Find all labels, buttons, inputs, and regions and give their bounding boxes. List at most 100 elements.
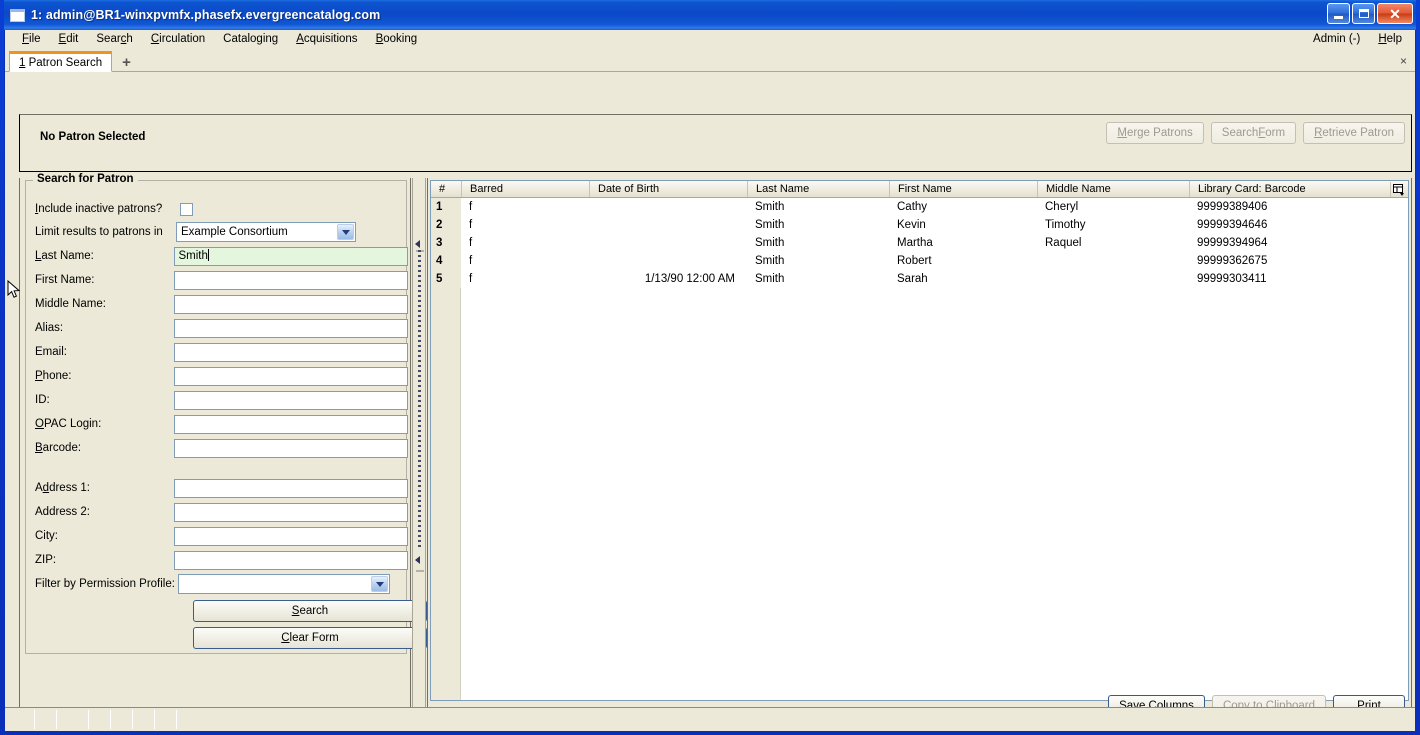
cell-middle: Timothy bbox=[1045, 219, 1086, 231]
field-row-include-inactive: Include inactive patrons? bbox=[26, 199, 408, 219]
column-header-first-name[interactable]: First Name bbox=[889, 181, 1037, 197]
maximize-button[interactable] bbox=[1352, 3, 1375, 24]
retrieve-patron-button[interactable]: Retrieve Patron bbox=[1303, 122, 1405, 144]
tab-patron-search[interactable]: 1 Patron Search bbox=[9, 51, 113, 72]
cell-first: Sarah bbox=[897, 273, 928, 285]
opac-login-input[interactable] bbox=[174, 414, 408, 434]
status-segment bbox=[111, 710, 133, 729]
status-segment bbox=[133, 710, 155, 729]
label-last-name: Last Name: bbox=[35, 250, 94, 262]
merge-patrons-button[interactable]: Merge Patrons bbox=[1106, 122, 1204, 144]
table-row[interactable]: 3 f Smith Martha Raquel 99999394964 bbox=[431, 234, 1408, 252]
cell-barred: f bbox=[469, 219, 473, 231]
patron-actions: Merge Patrons Search Form Retrieve Patro… bbox=[1106, 122, 1405, 144]
menu-edit[interactable]: Edit bbox=[50, 31, 88, 48]
barcode-input[interactable] bbox=[174, 438, 408, 458]
status-bar bbox=[5, 707, 1415, 731]
menu-acquisitions[interactable]: Acquisitions bbox=[287, 31, 366, 48]
limit-results-select[interactable]: Example Consortium bbox=[176, 222, 356, 242]
status-segment bbox=[155, 710, 177, 729]
status-segment bbox=[57, 710, 89, 729]
clear-form-button[interactable]: Clear Form bbox=[193, 627, 427, 649]
close-tab-button[interactable]: × bbox=[1400, 54, 1407, 68]
menu-bar: File Edit Search Circulation Cataloging … bbox=[5, 30, 1415, 50]
close-button[interactable]: ✕ bbox=[1377, 3, 1413, 24]
menu-booking[interactable]: Booking bbox=[367, 31, 427, 48]
search-form-button[interactable]: Search Form bbox=[1210, 122, 1297, 144]
column-header-barred[interactable]: Barred bbox=[461, 181, 589, 197]
id-input[interactable] bbox=[174, 390, 408, 410]
label-email: Email: bbox=[35, 346, 67, 358]
limit-results-value: Example Consortium bbox=[181, 226, 288, 238]
limit-results-select-wrap: Example Consortium bbox=[176, 222, 356, 242]
search-panel: Search for Patron Include inactive patro… bbox=[19, 173, 427, 724]
column-header-last-name[interactable]: Last Name bbox=[747, 181, 889, 197]
last-name-input[interactable]: Smith bbox=[174, 246, 408, 266]
zip-input[interactable] bbox=[174, 550, 408, 570]
cell-barcode: 99999362675 bbox=[1197, 255, 1268, 267]
search-button[interactable]: Search bbox=[193, 600, 427, 622]
panel-splitter[interactable] bbox=[412, 178, 426, 724]
tab-strip: 1 Patron Search + × bbox=[5, 50, 1415, 72]
column-header-date-of-birth[interactable]: Date of Birth bbox=[589, 181, 747, 197]
cell-barcode: 99999303411 bbox=[1197, 273, 1267, 285]
menu-help[interactable]: Help bbox=[1369, 31, 1411, 48]
field-row-zip: ZIP: bbox=[26, 550, 408, 570]
address-2-input[interactable] bbox=[174, 502, 408, 522]
table-row[interactable]: 1 f Smith Cathy Cheryl 99999389406 bbox=[431, 198, 1408, 216]
menu-search[interactable]: Search bbox=[87, 31, 141, 48]
menu-cataloging[interactable]: Cataloging bbox=[214, 31, 287, 48]
label-permission-profile: Filter by Permission Profile: bbox=[35, 578, 175, 590]
include-inactive-checkbox[interactable] bbox=[176, 202, 193, 216]
table-row[interactable]: 4 f Smith Robert 99999362675 bbox=[431, 252, 1408, 270]
column-header-library-card-barcode[interactable]: Library Card: Barcode bbox=[1189, 181, 1394, 197]
address-1-input[interactable] bbox=[174, 478, 408, 498]
cell-first: Kevin bbox=[897, 219, 926, 231]
alias-input[interactable] bbox=[174, 318, 408, 338]
window-title: 1: admin@BR1-winxpvmfx.phasefx.evergreen… bbox=[31, 8, 381, 22]
results-panel: # Barred Date of Birth Last Name First N… bbox=[427, 178, 1412, 724]
cell-dob bbox=[589, 234, 747, 252]
field-row-limit-results: Limit results to patrons in Example Cons… bbox=[26, 222, 408, 242]
minimize-button[interactable] bbox=[1327, 3, 1350, 24]
table-row[interactable]: 5 f 1/13/90 12:00 AM Smith Sarah 99999303411 bbox=[431, 270, 1408, 288]
menu-circulation[interactable]: Circulation bbox=[142, 31, 214, 48]
field-row-id: ID: bbox=[26, 390, 408, 410]
field-row-phone: Phone: bbox=[26, 366, 408, 386]
column-header-number[interactable]: # bbox=[431, 181, 461, 197]
cell-num: 2 bbox=[431, 216, 461, 234]
new-tab-button[interactable]: + bbox=[118, 55, 135, 70]
patron-summary-bar: No Patron Selected Merge Patrons Search … bbox=[19, 114, 1412, 172]
field-row-city: City: bbox=[26, 526, 408, 546]
city-input[interactable] bbox=[174, 526, 408, 546]
cell-last: Smith bbox=[755, 273, 785, 285]
last-name-value: Smith bbox=[178, 249, 208, 262]
menu-admin[interactable]: Admin (-) bbox=[1304, 31, 1369, 48]
menu-bar-right: Admin (-) Help bbox=[1304, 31, 1411, 48]
email-input[interactable] bbox=[174, 342, 408, 362]
cell-first: Robert bbox=[897, 255, 932, 267]
cell-middle bbox=[1037, 270, 1189, 288]
field-row-address-1: Address 1: bbox=[26, 478, 408, 498]
column-header-middle-name[interactable]: Middle Name bbox=[1037, 181, 1189, 197]
mouse-cursor bbox=[7, 279, 21, 303]
field-row-middle-name: Middle Name: bbox=[26, 294, 408, 314]
cell-barred: f bbox=[469, 201, 473, 213]
menu-file[interactable]: File bbox=[13, 31, 50, 48]
status-segment bbox=[89, 710, 111, 729]
phone-input[interactable] bbox=[174, 366, 408, 386]
splitter-collapse-up-icon[interactable] bbox=[415, 240, 424, 249]
middle-name-input[interactable] bbox=[174, 294, 408, 314]
first-name-input[interactable] bbox=[174, 270, 408, 290]
label-alias: Alias: bbox=[35, 322, 64, 334]
permission-profile-select[interactable] bbox=[178, 574, 390, 594]
column-picker-icon[interactable] bbox=[1390, 182, 1406, 197]
status-segment bbox=[35, 710, 57, 729]
cell-num: 1 bbox=[431, 198, 461, 216]
splitter-collapse-down-icon[interactable] bbox=[415, 556, 424, 565]
table-row[interactable]: 2 f Smith Kevin Timothy 99999394646 bbox=[431, 216, 1408, 234]
client-area: File Edit Search Circulation Cataloging … bbox=[4, 30, 1416, 731]
minimize-icon bbox=[1334, 15, 1343, 19]
text-caret bbox=[207, 248, 209, 261]
label-include-inactive: Include inactive patrons? bbox=[35, 203, 163, 215]
